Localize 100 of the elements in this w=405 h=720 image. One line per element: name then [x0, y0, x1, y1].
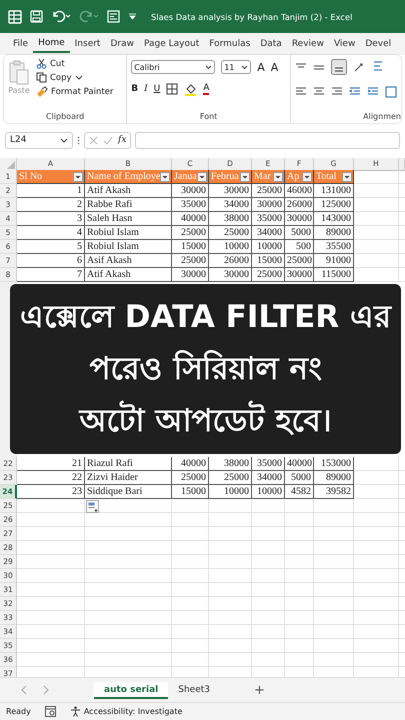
empty-cell[interactable]: [314, 569, 354, 583]
empty-cell[interactable]: [252, 583, 285, 597]
empty-cell[interactable]: [285, 569, 314, 583]
empty-cell[interactable]: [172, 653, 209, 667]
empty-cell[interactable]: [354, 457, 399, 471]
empty-cell[interactable]: [252, 611, 285, 625]
decrease-indent-icon[interactable]: [349, 87, 361, 97]
empty-cell[interactable]: [285, 639, 314, 653]
filter-dropdown-icon[interactable]: [160, 172, 170, 182]
name-box[interactable]: L24: [5, 132, 73, 148]
empty-cell[interactable]: [85, 555, 172, 569]
bold-button[interactable]: B: [131, 84, 138, 94]
ribbon-tab[interactable]: Data: [255, 36, 287, 52]
empty-cell[interactable]: [285, 513, 314, 527]
empty-cell[interactable]: [354, 198, 399, 212]
empty-cell[interactable]: [314, 513, 354, 527]
empty-cell[interactable]: [354, 240, 399, 254]
increase-indent-icon[interactable]: [367, 87, 379, 97]
empty-cell[interactable]: [172, 611, 209, 625]
previous-sheet-icon[interactable]: [20, 685, 28, 695]
empty-cell[interactable]: [314, 499, 354, 513]
empty-cell[interactable]: [252, 555, 285, 569]
empty-cell[interactable]: [354, 639, 399, 653]
sheet-tab[interactable]: auto serial: [94, 682, 168, 698]
empty-cell[interactable]: [85, 527, 172, 541]
accessibility-button[interactable]: Accessibility: Investigate: [70, 706, 182, 717]
increase-font-size-button[interactable]: A: [257, 60, 265, 74]
empty-cell[interactable]: [354, 184, 399, 198]
insert-function-button[interactable]: fx: [118, 135, 126, 145]
empty-cell[interactable]: [354, 625, 399, 639]
empty-cell[interactable]: [209, 597, 252, 611]
empty-cell[interactable]: [354, 653, 399, 667]
macro-icon[interactable]: [44, 706, 56, 717]
align-right-icon[interactable]: [331, 87, 343, 97]
merge-icon[interactable]: [385, 86, 397, 98]
ribbon-tab[interactable]: Devel: [360, 36, 396, 52]
copy-button[interactable]: Copy: [36, 72, 114, 83]
next-sheet-icon[interactable]: [42, 685, 50, 695]
empty-cell[interactable]: [172, 555, 209, 569]
empty-cell[interactable]: [354, 597, 399, 611]
empty-cell[interactable]: [85, 597, 172, 611]
empty-cell[interactable]: [285, 555, 314, 569]
ribbon-tab[interactable]: Review: [286, 36, 329, 52]
empty-cell[interactable]: [172, 527, 209, 541]
ribbon-tab[interactable]: Page Layout: [138, 36, 204, 52]
font-size-dropdown[interactable]: 11: [221, 60, 252, 74]
empty-cell[interactable]: [314, 583, 354, 597]
align-center-icon[interactable]: [313, 87, 325, 97]
font-color-button[interactable]: A: [203, 84, 210, 94]
add-sheet-button[interactable]: +: [254, 682, 265, 698]
ribbon-tab[interactable]: File: [8, 36, 34, 52]
empty-cell[interactable]: [354, 541, 399, 555]
decrease-font-size-button[interactable]: A: [270, 60, 278, 74]
empty-cell[interactable]: [314, 597, 354, 611]
redo-icon[interactable]: [79, 10, 99, 23]
empty-cell[interactable]: [252, 499, 285, 513]
empty-cell[interactable]: [209, 625, 252, 639]
empty-cell[interactable]: [85, 611, 172, 625]
empty-cell[interactable]: [354, 555, 399, 569]
empty-cell[interactable]: [314, 639, 354, 653]
empty-cell[interactable]: [85, 513, 172, 527]
align-left-icon[interactable]: [295, 87, 307, 97]
empty-cell[interactable]: [172, 639, 209, 653]
empty-cell[interactable]: [252, 653, 285, 667]
ribbon-tab[interactable]: Formulas: [204, 36, 256, 52]
ribbon-tab[interactable]: Draw: [105, 36, 139, 52]
empty-cell[interactable]: [354, 212, 399, 226]
empty-cell[interactable]: [285, 653, 314, 667]
undo-icon[interactable]: [51, 10, 71, 23]
empty-cell[interactable]: [285, 527, 314, 541]
empty-cell[interactable]: [209, 541, 252, 555]
empty-cell[interactable]: [252, 625, 285, 639]
empty-cell[interactable]: [252, 639, 285, 653]
ribbon-tab[interactable]: Home: [33, 35, 70, 53]
format-painter-button[interactable]: Format Painter: [36, 86, 114, 97]
empty-cell[interactable]: [314, 527, 354, 541]
empty-cell[interactable]: [85, 639, 172, 653]
filter-dropdown-icon[interactable]: [273, 172, 283, 182]
empty-cell[interactable]: [314, 541, 354, 555]
empty-cell[interactable]: [354, 499, 399, 513]
empty-cell[interactable]: [285, 625, 314, 639]
form-icon[interactable]: [107, 10, 120, 23]
font-name-dropdown[interactable]: Calibri: [131, 60, 216, 74]
empty-cell[interactable]: [354, 527, 399, 541]
empty-cell[interactable]: [172, 597, 209, 611]
empty-cell[interactable]: [252, 541, 285, 555]
empty-cell[interactable]: [85, 499, 172, 513]
empty-cell[interactable]: [172, 569, 209, 583]
italic-button[interactable]: I: [144, 84, 148, 94]
column-header[interactable]: [399, 158, 405, 171]
empty-cell[interactable]: [354, 513, 399, 527]
empty-cell[interactable]: [172, 499, 209, 513]
empty-cell[interactable]: [172, 541, 209, 555]
empty-cell[interactable]: [285, 583, 314, 597]
empty-cell[interactable]: [85, 569, 172, 583]
empty-cell[interactable]: [285, 611, 314, 625]
empty-cell[interactable]: [172, 625, 209, 639]
empty-cell[interactable]: [209, 569, 252, 583]
empty-cell[interactable]: [209, 513, 252, 527]
empty-cell[interactable]: [354, 254, 399, 268]
